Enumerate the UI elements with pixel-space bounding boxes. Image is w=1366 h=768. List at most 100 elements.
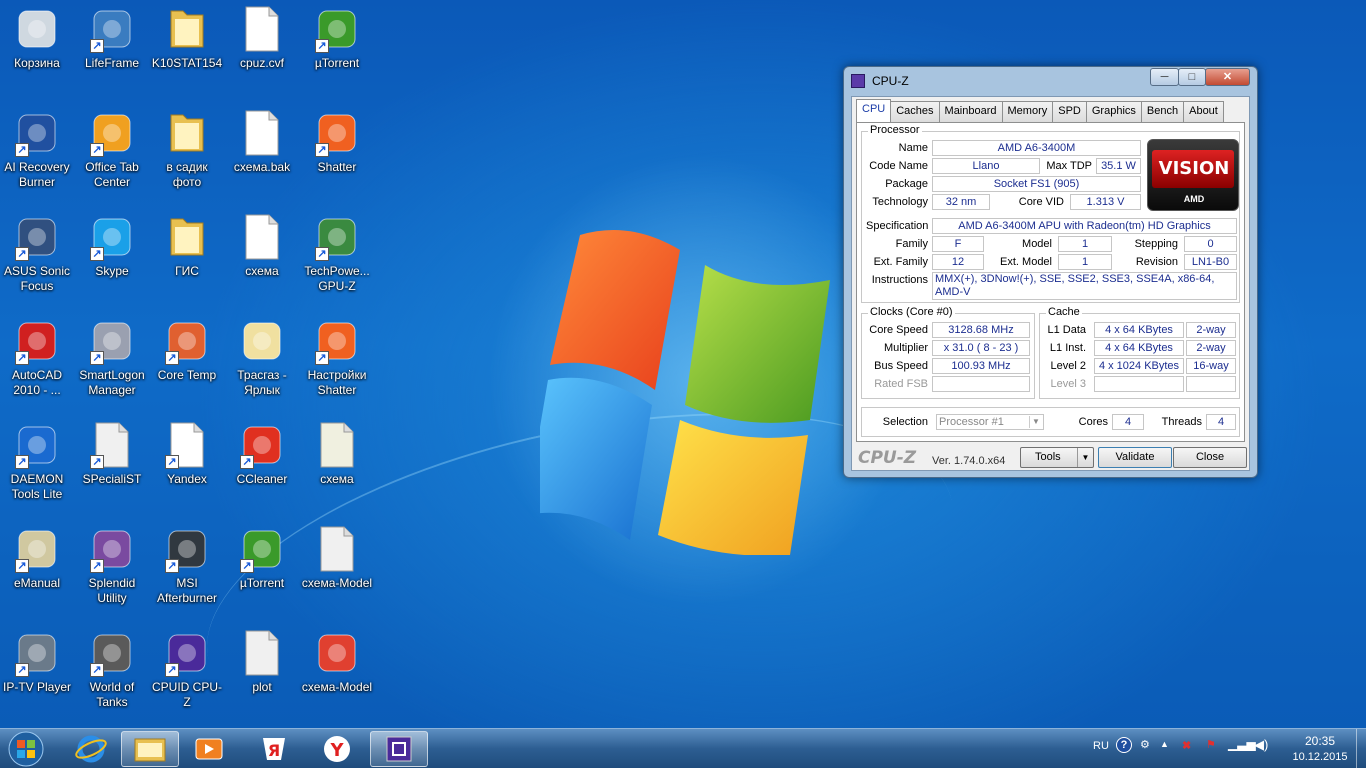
settings-icon[interactable]: ⚙ xyxy=(1140,738,1150,751)
desktop-icon-utorrent[interactable]: ↗ µTorrent xyxy=(301,5,373,71)
desktop-icon-iptv-player[interactable]: ↗ IP-TV Player xyxy=(1,629,73,695)
help-icon[interactable]: ? xyxy=(1116,737,1132,753)
desktop-icon-ai-recovery-burner[interactable]: ↗ AI Recovery Burner xyxy=(1,109,73,190)
shortcut-arrow-icon: ↗ xyxy=(90,143,104,157)
desktop-icon-core-temp[interactable]: ↗ Core Temp xyxy=(151,317,223,383)
desktop-icon-k10stat-folder[interactable]: K10STAT154 xyxy=(151,5,223,71)
action-center-icon[interactable]: ⚑ xyxy=(1206,738,1216,751)
title-bar[interactable]: CPU-Z ─ □ ✕ xyxy=(844,67,1257,95)
desktop-icon-shatter-settings[interactable]: ↗ Настройки Shatter xyxy=(301,317,373,398)
shortcut-arrow-icon: ↗ xyxy=(15,143,29,157)
yandex-browser-icon: Я xyxy=(263,738,285,760)
clocks-group: Clocks (Core #0) Core Speed 3128.68 MHz … xyxy=(861,306,1035,399)
clock-time[interactable]: 20:35 xyxy=(1290,734,1350,748)
l1data-label: L1 Data xyxy=(1047,324,1086,336)
tab-memory[interactable]: Memory xyxy=(1001,101,1054,122)
desktop-icon-label: AI Recovery Burner xyxy=(4,160,70,189)
taskbar-explorer[interactable] xyxy=(121,731,179,767)
taskbar-ie[interactable] xyxy=(62,731,120,767)
desktop-icon-schema-image[interactable]: схема xyxy=(226,213,298,279)
k10stat-folder-icon xyxy=(163,5,211,53)
desktop-icon-msi-afterburner[interactable]: ↗ MSI Afterburner xyxy=(151,525,223,606)
tab-graphics[interactable]: Graphics xyxy=(1085,101,1142,122)
shortcut-arrow-icon: ↗ xyxy=(165,559,179,573)
skype-icon: ↗ xyxy=(88,213,136,261)
desktop-icon-label: eManual xyxy=(13,576,61,590)
network-icon[interactable]: ✖ xyxy=(1182,739,1191,752)
corespeed-value: 3128.68 MHz xyxy=(932,322,1030,338)
desktop-icon-world-of-tanks[interactable]: ↗ World of Tanks xyxy=(76,629,148,710)
desktop-icon-office-tab-center[interactable]: ↗ Office Tab Center xyxy=(76,109,148,190)
desktop-icon-photo-folder[interactable]: в садик фото xyxy=(151,109,223,190)
desktop-icon-specialist[interactable]: ↗ SPecialiST xyxy=(76,421,148,487)
desktop-icon-schema-model[interactable]: схема-Model xyxy=(301,525,373,591)
desktop-icon-daemon-tools[interactable]: ↗ DAEMON Tools Lite xyxy=(1,421,73,502)
utorrent-icon: ↗ xyxy=(313,5,361,53)
cores-label: Cores xyxy=(1078,416,1108,428)
desktop-icon-splendid-utility[interactable]: ↗ Splendid Utility xyxy=(76,525,148,606)
codename-value: Llano xyxy=(932,158,1040,174)
desktop-icon-autocad[interactable]: ↗ AutoCAD 2010 - ... xyxy=(1,317,73,398)
desktop-icon-smartlogon-manager[interactable]: ↗ SmartLogon Manager xyxy=(76,317,148,398)
tab-caches[interactable]: Caches xyxy=(890,101,940,122)
desktop-icon-yandex[interactable]: ↗ Yandex xyxy=(151,421,223,487)
tab-about[interactable]: About xyxy=(1183,101,1224,122)
desktop-icon-recycle-bin[interactable]: Корзина xyxy=(1,5,73,71)
volume-icon[interactable]: ◀) xyxy=(1254,737,1268,753)
desktop-icon-cpuz[interactable]: ↗ CPUID CPU-Z xyxy=(151,629,223,710)
close-window-button[interactable]: ✕ xyxy=(1205,68,1250,86)
busspeed-value: 100.93 MHz xyxy=(932,358,1030,374)
maximize-button[interactable]: □ xyxy=(1178,68,1206,86)
tab-bench[interactable]: Bench xyxy=(1140,101,1185,122)
validate-button[interactable]: Validate xyxy=(1098,447,1172,468)
amd-vision-logo: VISION AMD xyxy=(1147,139,1239,211)
desktop-icon-utorrent-2[interactable]: ↗ µTorrent xyxy=(226,525,298,591)
threads-label: Threads xyxy=(1161,416,1202,428)
shortcut-arrow-icon: ↗ xyxy=(240,455,254,469)
desktop-icon-asus-sonic-focus[interactable]: ↗ ASUS Sonic Focus xyxy=(1,213,73,294)
signal-icon[interactable]: ▁▃▅ xyxy=(1228,737,1256,751)
svg-text:Y: Y xyxy=(329,740,344,761)
taskbar-media[interactable] xyxy=(180,731,238,767)
taskbar-yandex[interactable]: Y xyxy=(308,731,366,767)
desktop-icon-trasgaz-shortcut[interactable]: Трасгаз - Ярлык xyxy=(226,317,298,398)
start-button[interactable] xyxy=(0,731,52,767)
model-value: 1 xyxy=(1058,236,1112,252)
desktop-icon-schema-model-pdf[interactable]: схема-Model xyxy=(301,629,373,695)
autocad-icon: ↗ xyxy=(13,317,61,365)
desktop-icon-gis-folder[interactable]: ГИС xyxy=(151,213,223,279)
desktop-icon-schema-thumbnail[interactable]: схема xyxy=(301,421,373,487)
desktop-icon-plot-file[interactable]: plot xyxy=(226,629,298,695)
desktop-icon-label: Настройки Shatter xyxy=(307,368,367,397)
desktop-icon-gpuz[interactable]: ↗ TechPowe... GPU-Z xyxy=(301,213,373,294)
show-hidden-icons-icon[interactable]: ▲ xyxy=(1160,739,1169,749)
tab-spd[interactable]: SPD xyxy=(1052,101,1087,122)
taskbar-yandex-browser[interactable]: Я xyxy=(245,731,303,767)
minimize-button[interactable]: ─ xyxy=(1150,68,1179,86)
emanual-icon: ↗ xyxy=(13,525,61,573)
selection-dropdown[interactable]: Processor #1 ▼ xyxy=(936,414,1044,430)
show-desktop-button[interactable] xyxy=(1356,729,1366,768)
tab-cpu[interactable]: CPU xyxy=(856,99,892,122)
desktop-icon-skype[interactable]: ↗ Skype xyxy=(76,213,148,279)
busspeed-label: Bus Speed xyxy=(874,360,928,372)
desktop-icon-lifeframe[interactable]: ↗ LifeFrame xyxy=(76,5,148,71)
desktop-icon-ccleaner[interactable]: ↗ CCleaner xyxy=(226,421,298,487)
desktop-icon-cpuz-cvf-file[interactable]: cpuz.cvf xyxy=(226,5,298,71)
desktop-icon-shatter[interactable]: ↗ Shatter xyxy=(301,109,373,175)
processor-group: Processor Name AMD A6-3400M Code Name Ll… xyxy=(861,124,1240,303)
tools-button[interactable]: Tools ▼ xyxy=(1020,447,1094,468)
taskbar-cpuz[interactable] xyxy=(370,731,428,767)
desktop-icon-emanual[interactable]: ↗ eManual xyxy=(1,525,73,591)
language-indicator[interactable]: RU xyxy=(1093,740,1109,752)
close-button[interactable]: Close xyxy=(1173,447,1247,468)
cpuz-footer-brand: CPU-Z xyxy=(858,448,917,468)
family-value: F xyxy=(932,236,984,252)
l3-ways xyxy=(1186,376,1236,392)
desktop-icon-schema-bak-file[interactable]: схема.bak xyxy=(226,109,298,175)
schema-image-icon xyxy=(238,213,286,261)
stepping-label: Stepping xyxy=(1134,238,1178,250)
cpuz-icon xyxy=(386,736,412,762)
tab-mainboard[interactable]: Mainboard xyxy=(938,101,1003,122)
clock-date[interactable]: 10.12.2015 xyxy=(1286,751,1354,763)
